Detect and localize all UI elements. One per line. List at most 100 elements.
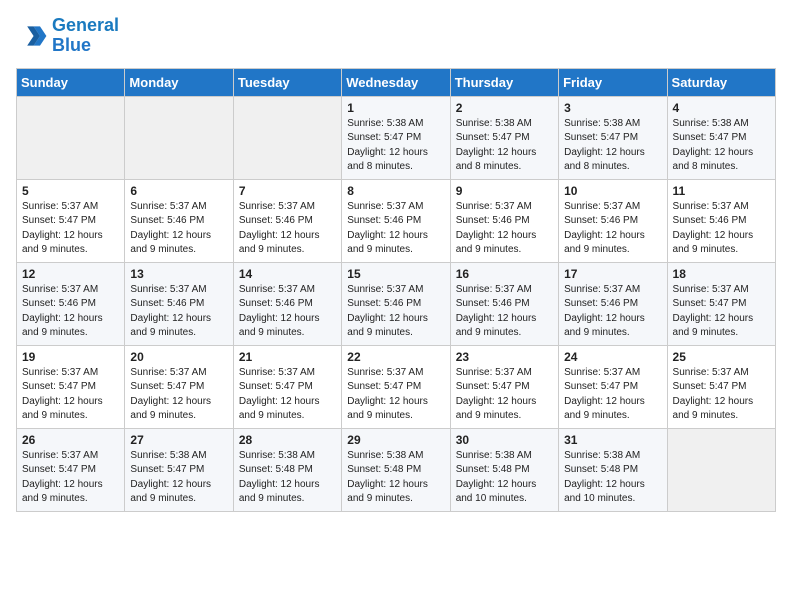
day-number: 20	[130, 350, 227, 364]
calendar-cell: 12 Sunrise: 5:37 AM Sunset: 5:46 PM Dayli…	[17, 262, 125, 345]
calendar-cell: 5 Sunrise: 5:37 AM Sunset: 5:47 PM Daylig…	[17, 179, 125, 262]
day-number: 23	[456, 350, 553, 364]
day-number: 11	[673, 184, 770, 198]
calendar-cell	[233, 96, 341, 179]
calendar-cell: 7Sunrise: 5:37 AM Sunset: 5:46 PM Daylig…	[233, 179, 341, 262]
day-info: Sunrise: 5:37 AM Sunset: 5:46 PM Dayligh…	[564, 283, 661, 341]
calendar-cell: 6 Sunrise: 5:37 AM Sunset: 5:46 PM Daylig…	[125, 179, 233, 262]
day-number: 31	[564, 433, 661, 447]
day-number: 13	[130, 267, 227, 281]
day-info: Sunrise: 5:37 AM Sunset: 5:46 PM Dayligh…	[456, 200, 553, 258]
calendar-cell: 13 Sunrise: 5:37 AM Sunset: 5:46 PM Dayli…	[125, 262, 233, 345]
day-number: 6	[130, 184, 227, 198]
day-info: Sunrise: 5:37 AM Sunset: 5:46 PM Dayligh…	[347, 200, 444, 258]
day-number: 2	[456, 101, 553, 115]
calendar-cell: 4Sunrise: 5:38 AM Sunset: 5:47 PM Daylig…	[667, 96, 775, 179]
calendar-cell: 3 Sunrise: 5:38 AM Sunset: 5:47 PM Daylig…	[559, 96, 667, 179]
calendar-cell: 16 Sunrise: 5:37 AM Sunset: 5:46 PM Dayli…	[450, 262, 558, 345]
day-number: 10	[564, 184, 661, 198]
calendar-cell: 9 Sunrise: 5:37 AM Sunset: 5:46 PM Daylig…	[450, 179, 558, 262]
weekday-header-friday: Friday	[559, 68, 667, 96]
day-number: 5	[22, 184, 119, 198]
day-info: Sunrise: 5:37 AM Sunset: 5:47 PM Dayligh…	[347, 366, 444, 424]
weekday-header-sunday: Sunday	[17, 68, 125, 96]
calendar-week-row: 5 Sunrise: 5:37 AM Sunset: 5:47 PM Daylig…	[17, 179, 776, 262]
calendar-cell: 19 Sunrise: 5:37 AM Sunset: 5:47 PM Dayli…	[17, 345, 125, 428]
day-info: Sunrise: 5:37 AM Sunset: 5:47 PM Dayligh…	[22, 366, 119, 424]
day-number: 12	[22, 267, 119, 281]
calendar-cell: 23 Sunrise: 5:37 AM Sunset: 5:47 PM Dayli…	[450, 345, 558, 428]
calendar-cell: 18Sunrise: 5:37 AM Sunset: 5:47 PM Dayli…	[667, 262, 775, 345]
calendar-cell: 30 Sunrise: 5:38 AM Sunset: 5:48 PM Dayli…	[450, 428, 558, 511]
day-number: 18	[673, 267, 770, 281]
day-info: Sunrise: 5:37 AM Sunset: 5:47 PM Dayligh…	[456, 366, 553, 424]
day-number: 29	[347, 433, 444, 447]
day-number: 19	[22, 350, 119, 364]
calendar-week-row: 1 Sunrise: 5:38 AM Sunset: 5:47 PM Daylig…	[17, 96, 776, 179]
logo: General Blue	[16, 16, 119, 56]
calendar-cell: 29Sunrise: 5:38 AM Sunset: 5:48 PM Dayli…	[342, 428, 450, 511]
calendar-cell: 26 Sunrise: 5:37 AM Sunset: 5:47 PM Dayli…	[17, 428, 125, 511]
calendar-cell: 11 Sunrise: 5:37 AM Sunset: 5:46 PM Dayli…	[667, 179, 775, 262]
day-number: 27	[130, 433, 227, 447]
day-info: Sunrise: 5:37 AM Sunset: 5:46 PM Dayligh…	[130, 200, 227, 258]
weekday-header-tuesday: Tuesday	[233, 68, 341, 96]
day-number: 30	[456, 433, 553, 447]
calendar-cell: 21 Sunrise: 5:37 AM Sunset: 5:47 PM Dayli…	[233, 345, 341, 428]
calendar-cell	[17, 96, 125, 179]
day-info: Sunrise: 5:38 AM Sunset: 5:48 PM Dayligh…	[564, 449, 661, 507]
day-info: Sunrise: 5:37 AM Sunset: 5:46 PM Dayligh…	[239, 200, 336, 258]
day-info: Sunrise: 5:37 AM Sunset: 5:46 PM Dayligh…	[130, 283, 227, 341]
day-number: 21	[239, 350, 336, 364]
day-info: Sunrise: 5:38 AM Sunset: 5:47 PM Dayligh…	[456, 117, 553, 175]
day-info: Sunrise: 5:37 AM Sunset: 5:47 PM Dayligh…	[22, 200, 119, 258]
day-number: 24	[564, 350, 661, 364]
day-info: Sunrise: 5:37 AM Sunset: 5:46 PM Dayligh…	[239, 283, 336, 341]
day-info: Sunrise: 5:37 AM Sunset: 5:47 PM Dayligh…	[673, 366, 770, 424]
calendar-cell: 10 Sunrise: 5:37 AM Sunset: 5:46 PM Dayli…	[559, 179, 667, 262]
day-number: 22	[347, 350, 444, 364]
weekday-header-monday: Monday	[125, 68, 233, 96]
page-header: General Blue	[16, 16, 776, 56]
day-info: Sunrise: 5:37 AM Sunset: 5:46 PM Dayligh…	[456, 283, 553, 341]
calendar-cell: 17 Sunrise: 5:37 AM Sunset: 5:46 PM Dayli…	[559, 262, 667, 345]
day-info: Sunrise: 5:37 AM Sunset: 5:47 PM Dayligh…	[22, 449, 119, 507]
day-number: 26	[22, 433, 119, 447]
calendar-week-row: 26 Sunrise: 5:37 AM Sunset: 5:47 PM Dayli…	[17, 428, 776, 511]
day-info: Sunrise: 5:37 AM Sunset: 5:47 PM Dayligh…	[564, 366, 661, 424]
day-number: 17	[564, 267, 661, 281]
day-info: Sunrise: 5:38 AM Sunset: 5:47 PM Dayligh…	[564, 117, 661, 175]
logo-text: General Blue	[52, 16, 119, 56]
day-number: 3	[564, 101, 661, 115]
day-number: 1	[347, 101, 444, 115]
day-info: Sunrise: 5:37 AM Sunset: 5:47 PM Dayligh…	[239, 366, 336, 424]
day-info: Sunrise: 5:37 AM Sunset: 5:46 PM Dayligh…	[564, 200, 661, 258]
calendar-cell: 28 Sunrise: 5:38 AM Sunset: 5:48 PM Dayli…	[233, 428, 341, 511]
calendar-cell: 25 Sunrise: 5:37 AM Sunset: 5:47 PM Dayli…	[667, 345, 775, 428]
calendar-cell: 1 Sunrise: 5:38 AM Sunset: 5:47 PM Daylig…	[342, 96, 450, 179]
day-number: 14	[239, 267, 336, 281]
calendar-cell: 14 Sunrise: 5:37 AM Sunset: 5:46 PM Dayli…	[233, 262, 341, 345]
day-number: 25	[673, 350, 770, 364]
calendar-cell: 15Sunrise: 5:37 AM Sunset: 5:46 PM Dayli…	[342, 262, 450, 345]
day-info: Sunrise: 5:37 AM Sunset: 5:46 PM Dayligh…	[347, 283, 444, 341]
day-info: Sunrise: 5:37 AM Sunset: 5:47 PM Dayligh…	[130, 366, 227, 424]
day-number: 9	[456, 184, 553, 198]
weekday-header-thursday: Thursday	[450, 68, 558, 96]
day-info: Sunrise: 5:38 AM Sunset: 5:48 PM Dayligh…	[239, 449, 336, 507]
day-info: Sunrise: 5:38 AM Sunset: 5:47 PM Dayligh…	[347, 117, 444, 175]
day-info: Sunrise: 5:38 AM Sunset: 5:48 PM Dayligh…	[456, 449, 553, 507]
weekday-header-saturday: Saturday	[667, 68, 775, 96]
day-number: 16	[456, 267, 553, 281]
calendar-cell: 2 Sunrise: 5:38 AM Sunset: 5:47 PM Daylig…	[450, 96, 558, 179]
calendar-cell: 20 Sunrise: 5:37 AM Sunset: 5:47 PM Dayli…	[125, 345, 233, 428]
calendar-cell: 31 Sunrise: 5:38 AM Sunset: 5:48 PM Dayli…	[559, 428, 667, 511]
day-info: Sunrise: 5:37 AM Sunset: 5:46 PM Dayligh…	[673, 200, 770, 258]
day-number: 28	[239, 433, 336, 447]
calendar-week-row: 19 Sunrise: 5:37 AM Sunset: 5:47 PM Dayli…	[17, 345, 776, 428]
calendar-cell: 8Sunrise: 5:37 AM Sunset: 5:46 PM Daylig…	[342, 179, 450, 262]
calendar-week-row: 12 Sunrise: 5:37 AM Sunset: 5:46 PM Dayli…	[17, 262, 776, 345]
calendar-cell	[125, 96, 233, 179]
calendar-cell	[667, 428, 775, 511]
day-info: Sunrise: 5:37 AM Sunset: 5:46 PM Dayligh…	[22, 283, 119, 341]
